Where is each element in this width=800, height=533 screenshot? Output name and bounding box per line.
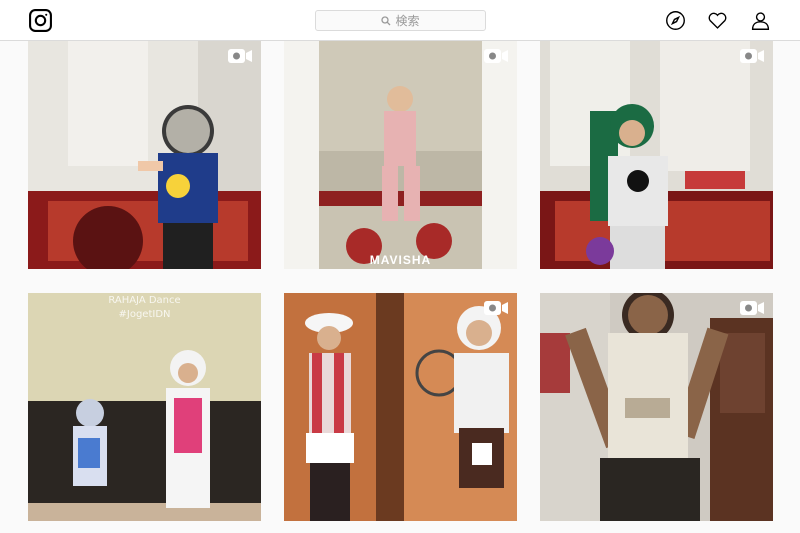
post-thumbnail-image: [284, 41, 517, 269]
post-tile[interactable]: [284, 293, 517, 521]
heart-activity-icon[interactable]: [707, 10, 728, 31]
video-camera-icon: [740, 301, 764, 315]
post-tile[interactable]: [540, 293, 773, 521]
post-overlay-hashtag: #JogetIDN: [118, 309, 171, 320]
search-icon: [381, 15, 391, 25]
post-thumbnail-image: [28, 293, 261, 521]
post-overlay-title: RAHAJA Dance: [108, 295, 181, 306]
post-tile[interactable]: RAHAJA Dance #JogetIDN: [28, 293, 261, 521]
person-profile-icon[interactable]: [750, 10, 771, 31]
video-camera-icon: [228, 49, 252, 63]
post-tile[interactable]: [540, 41, 773, 269]
instagram-logo-icon[interactable]: [28, 8, 53, 33]
search-placeholder: 検索: [395, 14, 420, 28]
post-thumbnail-image: [28, 41, 261, 269]
top-navigation-bar: 検索: [0, 0, 800, 41]
post-tile[interactable]: MAVISHA: [284, 41, 517, 269]
video-camera-icon: [740, 49, 764, 63]
posts-grid: MAVISHA RAHAJA Dance #JogetIDN: [0, 41, 800, 533]
post-thumbnail-image: [540, 293, 773, 521]
post-thumbnail-image: [284, 293, 517, 521]
post-thumbnail-image: [540, 41, 773, 269]
post-overlay-text: MAVISHA: [369, 253, 432, 267]
video-camera-icon: [484, 49, 508, 63]
compass-explore-icon[interactable]: [665, 10, 686, 31]
video-camera-icon: [484, 301, 508, 315]
post-tile[interactable]: [28, 41, 261, 269]
search-input[interactable]: 検索: [315, 10, 486, 31]
